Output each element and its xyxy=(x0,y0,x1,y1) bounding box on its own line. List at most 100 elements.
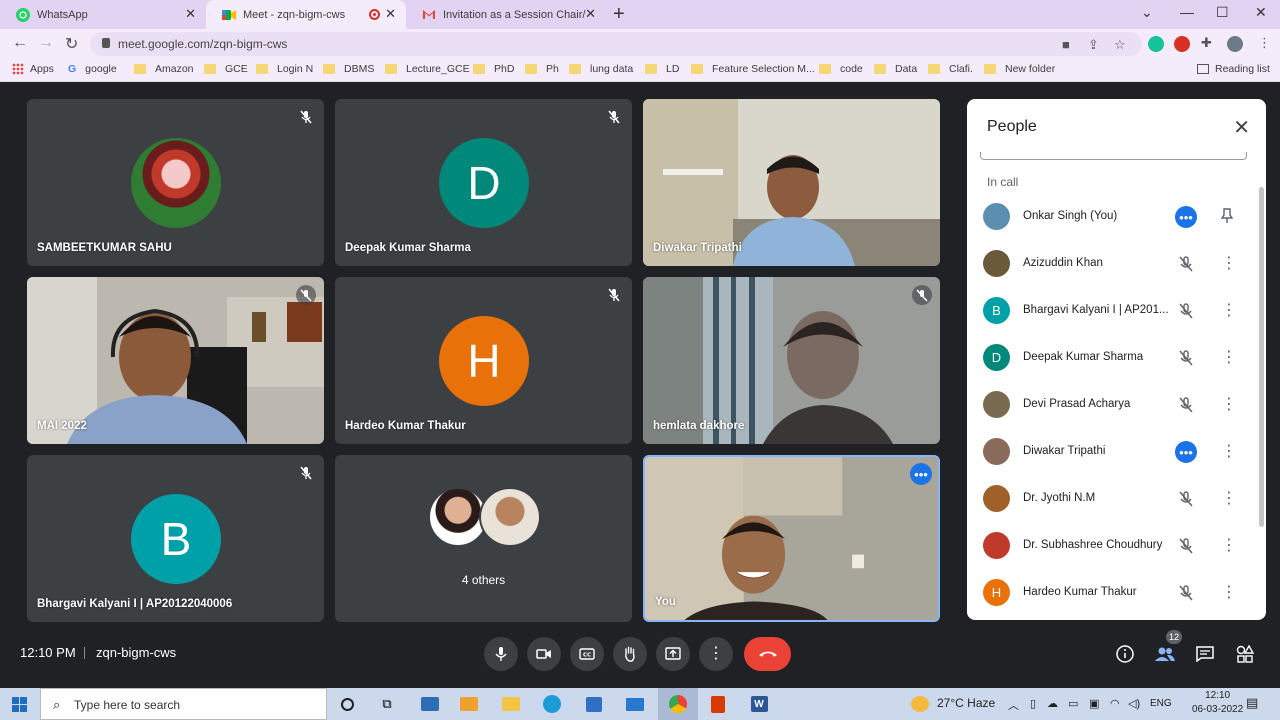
participant-row[interactable]: Azizuddin Khan ⋮ xyxy=(967,241,1257,287)
more-options-icon[interactable]: ⋮ xyxy=(1221,255,1237,273)
participant-tile[interactable]: SAMBEETKUMAR SAHU xyxy=(27,99,324,266)
word-icon[interactable]: W xyxy=(748,694,770,714)
browser-menu-icon[interactable]: ⋮ xyxy=(1258,35,1271,51)
more-options-icon[interactable]: ⋮ xyxy=(1221,537,1237,555)
bookmark-dbms[interactable]: DBMS xyxy=(323,63,374,75)
close-panel-icon[interactable]: ✕ xyxy=(1233,115,1250,140)
participant-row[interactable]: Onkar Singh (You) ••• xyxy=(967,194,1257,240)
more-options-icon[interactable]: ⋮ xyxy=(1221,584,1237,602)
tab-whatsapp[interactable]: WhatsApp ✕ xyxy=(0,0,206,29)
media-player-icon[interactable] xyxy=(458,694,480,714)
participant-row[interactable]: Dr. Jyothi N.M ⋮ xyxy=(967,476,1257,522)
tray-app-icon[interactable]: ▭ xyxy=(1068,697,1078,710)
cortana-icon[interactable] xyxy=(336,694,358,714)
more-options-button[interactable]: ⋮ xyxy=(699,637,733,671)
bookmark-clafi[interactable]: Clafi. xyxy=(928,63,973,75)
bookmark-ld[interactable]: LD xyxy=(645,63,679,75)
participant-row[interactable]: Devi Prasad Acharya ⋮ xyxy=(967,382,1257,428)
share-icon[interactable]: ⇪ xyxy=(1088,37,1099,53)
more-options-icon[interactable]: ⋮ xyxy=(1221,443,1237,461)
people-button[interactable] xyxy=(1154,643,1176,665)
back-icon[interactable]: ← xyxy=(12,34,28,52)
participant-tile[interactable]: MAI 2022 xyxy=(27,277,324,444)
participant-tile[interactable]: H Hardeo Kumar Thakur xyxy=(335,277,632,444)
participant-tile[interactable]: B Bhargavi Kalyani I | AP20122040006 xyxy=(27,455,324,622)
profile-avatar[interactable] xyxy=(1227,36,1243,52)
language-indicator[interactable]: ENG xyxy=(1150,698,1172,709)
more-options-icon[interactable]: ⋮ xyxy=(1221,302,1237,320)
participant-tile[interactable]: D Deepak Kumar Sharma xyxy=(335,99,632,266)
tile-more-options-icon[interactable]: ••• xyxy=(910,463,932,485)
store-icon[interactable] xyxy=(583,694,605,714)
bookmark-lung-data[interactable]: lung data xyxy=(569,63,633,75)
wifi-icon[interactable]: ◠ xyxy=(1110,697,1120,710)
camera-button[interactable] xyxy=(527,637,561,671)
more-options-icon[interactable]: ⋮ xyxy=(1221,396,1237,414)
reading-list[interactable]: Reading list xyxy=(1197,63,1270,75)
new-tab-icon[interactable]: + xyxy=(613,3,625,26)
close-window-icon[interactable]: ✕ xyxy=(1255,4,1267,21)
bookmark-new-folder[interactable]: New folder xyxy=(984,63,1055,75)
task-view-icon[interactable]: ⧉ xyxy=(376,694,398,714)
forward-icon[interactable]: → xyxy=(38,34,54,52)
leave-call-button[interactable] xyxy=(744,637,791,671)
file-explorer-icon[interactable] xyxy=(500,694,522,714)
bookmark-lecture[interactable]: Lecture_GCE xyxy=(385,63,470,75)
chrome-icon[interactable] xyxy=(658,688,698,720)
bookmark-star-icon[interactable]: ☆ xyxy=(1114,37,1126,53)
bookmark-data[interactable]: Data xyxy=(874,63,917,75)
tab-search-icon[interactable]: ⌄ xyxy=(1141,4,1153,21)
tray-app-icon[interactable]: ▯ xyxy=(1030,697,1036,710)
notifications-icon[interactable]: ▤ xyxy=(1246,695,1258,711)
panel-scrollbar[interactable] xyxy=(1259,187,1264,527)
present-screen-button[interactable] xyxy=(656,637,690,671)
office-icon[interactable] xyxy=(707,694,729,714)
bookmark-apps[interactable]: Apps xyxy=(12,63,54,75)
grammarly-icon[interactable] xyxy=(1148,36,1164,52)
windows-start-icon[interactable] xyxy=(12,697,27,712)
extensions-icon[interactable]: ✚ xyxy=(1201,35,1212,51)
bookmark-login[interactable]: Login N xyxy=(256,63,313,75)
volume-icon[interactable]: ◁) xyxy=(1128,697,1140,710)
bookmark-phd[interactable]: PhD xyxy=(473,63,514,75)
chat-button[interactable] xyxy=(1194,643,1216,665)
self-view-tile[interactable]: ••• You xyxy=(643,455,940,622)
search-people-input[interactable] xyxy=(980,152,1247,160)
participant-row[interactable]: D Deepak Kumar Sharma ⋮ xyxy=(967,335,1257,381)
edge-icon[interactable] xyxy=(541,694,563,714)
bookmark-gce[interactable]: GCE xyxy=(204,63,248,75)
participant-row[interactable]: Dr. Subhashree Choudhury ⋮ xyxy=(967,523,1257,569)
tray-app-icon[interactable]: ▣ xyxy=(1089,697,1099,710)
onedrive-icon[interactable]: ☁ xyxy=(1047,697,1058,710)
participant-row[interactable]: B Bhargavi Kalyani I | AP201... ⋮ xyxy=(967,288,1257,334)
others-tile[interactable]: 4 others xyxy=(335,455,632,622)
close-tab-icon[interactable]: ✕ xyxy=(385,7,396,21)
microphone-button[interactable] xyxy=(484,637,518,671)
app-icon[interactable] xyxy=(419,694,441,714)
close-tab-icon[interactable]: ✕ xyxy=(185,7,196,21)
tab-meet[interactable]: Meet - zqn-bigm-cws ✕ xyxy=(206,0,406,29)
tab-gmail[interactable]: Invitation as a Session Chair/ Co- ✕ xyxy=(406,0,606,29)
activities-button[interactable] xyxy=(1234,643,1256,665)
weather-text[interactable]: 27°C Haze xyxy=(937,696,995,710)
bookmark-ph[interactable]: Ph xyxy=(525,63,559,75)
participant-row[interactable]: Diwakar Tripathi ••• ⋮ xyxy=(967,429,1257,475)
reload-icon[interactable]: ↻ xyxy=(65,34,78,54)
bookmark-google[interactable]: G google xyxy=(68,63,117,75)
mail-icon[interactable] xyxy=(624,694,646,714)
raise-hand-button[interactable] xyxy=(613,637,647,671)
show-hidden-icons-icon[interactable]: ︿ xyxy=(1008,697,1019,713)
participant-tile[interactable]: Diwakar Tripathi xyxy=(643,99,940,266)
camera-icon[interactable]: ■ xyxy=(1062,37,1070,52)
more-options-icon[interactable]: ⋮ xyxy=(1221,490,1237,508)
more-options-icon[interactable]: ⋮ xyxy=(1221,349,1237,367)
captions-button[interactable]: CC xyxy=(570,637,604,671)
pin-icon[interactable] xyxy=(1220,208,1234,229)
bookmark-code[interactable]: code xyxy=(819,63,863,75)
participant-row[interactable]: H Hardeo Kumar Thakur ⋮ xyxy=(967,570,1257,616)
bookmark-feature-selection[interactable]: Feature Selection M... xyxy=(691,63,815,75)
close-tab-icon[interactable]: ✕ xyxy=(585,7,596,21)
url-field[interactable]: meet.google.com/zqn-bigm-cws ■ ⇪ ☆ xyxy=(90,32,1142,56)
meeting-details-button[interactable] xyxy=(1114,643,1136,665)
taskbar-search-box[interactable]: ⌕ Type here to search xyxy=(40,688,327,720)
